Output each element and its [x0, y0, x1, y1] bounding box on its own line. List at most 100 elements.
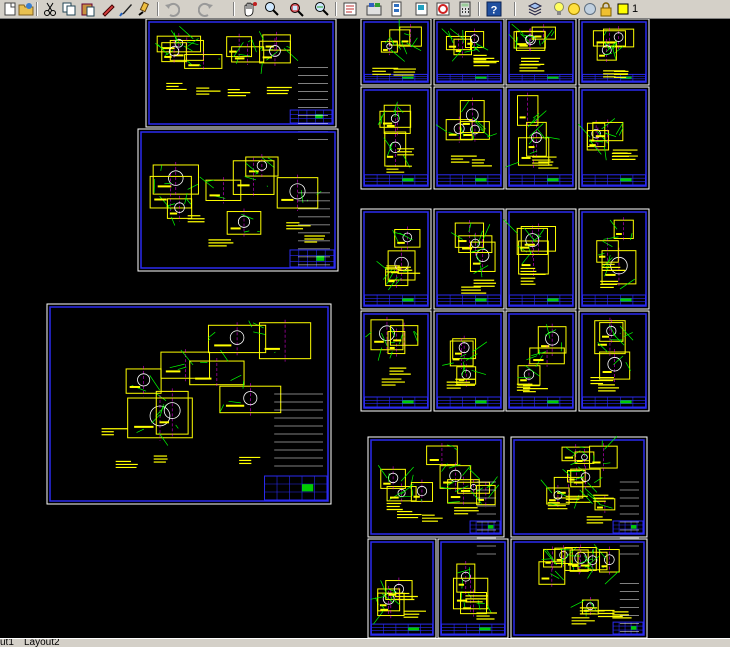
cut-icon[interactable] — [42, 1, 58, 17]
dimension-line — [219, 404, 225, 413]
drawing-sheet — [360, 86, 432, 190]
calculator-icon[interactable] — [457, 1, 473, 17]
dimension-line — [228, 400, 241, 404]
sheet-inner-border — [581, 89, 647, 187]
model-space-drawing[interactable] — [0, 17, 730, 640]
dimension-line — [238, 53, 251, 57]
dimension-line — [199, 176, 214, 189]
dimension-line — [244, 176, 257, 181]
dimension-line — [186, 198, 192, 205]
title-block — [582, 396, 646, 408]
sheet-outer-border — [437, 538, 509, 639]
dimension-line — [525, 365, 540, 377]
drawing-canvas[interactable] — [0, 17, 730, 640]
dimension-line — [619, 332, 621, 335]
sheet-inner-border — [436, 313, 502, 409]
dimension-line — [554, 570, 565, 581]
sheet-outer-border — [505, 208, 577, 310]
open-icon[interactable] — [18, 1, 34, 17]
undo-icon[interactable] — [164, 1, 180, 17]
design-center-icon[interactable] — [366, 1, 382, 17]
drawing-sheet — [46, 303, 332, 505]
dimension-line — [462, 465, 472, 476]
dimension-line — [266, 51, 278, 61]
drawing-sheet — [367, 436, 505, 555]
current-layer-name[interactable]: 1 — [632, 1, 638, 17]
layer-lock-icon[interactable] — [598, 1, 614, 17]
dimension-line — [609, 219, 618, 230]
sheet-set-icon[interactable] — [414, 1, 430, 17]
sheet-outer-border — [433, 18, 505, 86]
new-file-icon[interactable] — [2, 1, 18, 17]
title-block — [441, 623, 505, 635]
dimension-line — [477, 230, 483, 246]
dimension-line — [603, 462, 611, 465]
dimension-line — [550, 31, 555, 37]
copy-icon[interactable] — [61, 1, 77, 17]
dimension-line — [261, 157, 275, 169]
dimension-line — [242, 380, 244, 389]
sheet-outer-border — [578, 310, 650, 412]
dimension-line — [259, 46, 263, 50]
dimension-line — [535, 355, 543, 368]
dimension-line — [389, 351, 393, 359]
part-hole — [137, 373, 151, 387]
drawing-sheet — [367, 538, 437, 639]
redo-icon[interactable] — [198, 1, 214, 17]
dimension-line — [400, 40, 408, 55]
svg-text:?: ? — [491, 5, 498, 17]
match-properties-icon[interactable] — [100, 1, 116, 17]
paste-icon[interactable] — [80, 1, 96, 17]
tool-palettes-icon[interactable] — [390, 1, 406, 17]
tab-layout1[interactable]: ut1 — [0, 639, 14, 647]
pan-icon[interactable] — [242, 1, 258, 17]
layer-freeze-icon[interactable] — [582, 1, 598, 17]
dimension-line — [471, 369, 487, 375]
properties-icon[interactable] — [342, 1, 358, 17]
sheet-outer-border — [360, 86, 432, 190]
dimension-line — [373, 610, 384, 625]
dimension-line — [565, 446, 575, 454]
drawing-sheet — [437, 538, 509, 639]
zoom-realtime-icon[interactable] — [264, 1, 280, 17]
drawing-sheet — [137, 128, 339, 272]
sheet-inner-border — [363, 211, 429, 307]
toolbar-separator — [335, 2, 337, 16]
layer-freeze-icon[interactable] — [566, 1, 582, 17]
brush-icon[interactable] — [136, 1, 152, 17]
dimension-line — [447, 501, 460, 503]
help-icon[interactable]: ? — [486, 1, 502, 17]
drawing-sheet — [360, 208, 432, 310]
drawing-sheet — [505, 310, 577, 412]
zoom-previous-icon[interactable] — [314, 1, 330, 17]
tab-layout2[interactable]: Layout2 — [24, 639, 60, 647]
dimension-line — [241, 213, 254, 220]
dimension-line — [235, 55, 240, 64]
brush-icon[interactable] — [118, 1, 134, 17]
dimension-line — [505, 161, 520, 168]
toolbar-separator — [478, 2, 480, 16]
layer-color-icon[interactable] — [615, 1, 631, 17]
layer-manager-icon[interactable] — [527, 1, 543, 17]
dimension-line — [447, 30, 454, 44]
dimension-line — [598, 252, 605, 256]
title-block — [370, 623, 434, 635]
drawing-sheet — [360, 310, 432, 412]
sheet-outer-border — [505, 18, 577, 86]
dimension-line — [615, 122, 624, 135]
drawing-sheet — [578, 208, 650, 310]
drawing-sheet — [433, 310, 505, 412]
toolbar-separator — [233, 2, 235, 16]
title-block — [364, 294, 428, 306]
dimension-line — [546, 549, 556, 564]
dimension-line — [472, 341, 488, 353]
sheet-outer-border — [433, 86, 505, 190]
sheet-outer-border — [46, 303, 332, 505]
layer-on-icon[interactable] — [551, 1, 567, 17]
dimension-line — [399, 334, 403, 345]
markup-icon[interactable] — [435, 1, 451, 17]
drawing-sheet — [433, 18, 505, 86]
layout-tabs-bar: ut1 Layout2 — [0, 638, 730, 647]
zoom-window-icon[interactable] — [288, 1, 304, 17]
title-block — [509, 396, 573, 408]
